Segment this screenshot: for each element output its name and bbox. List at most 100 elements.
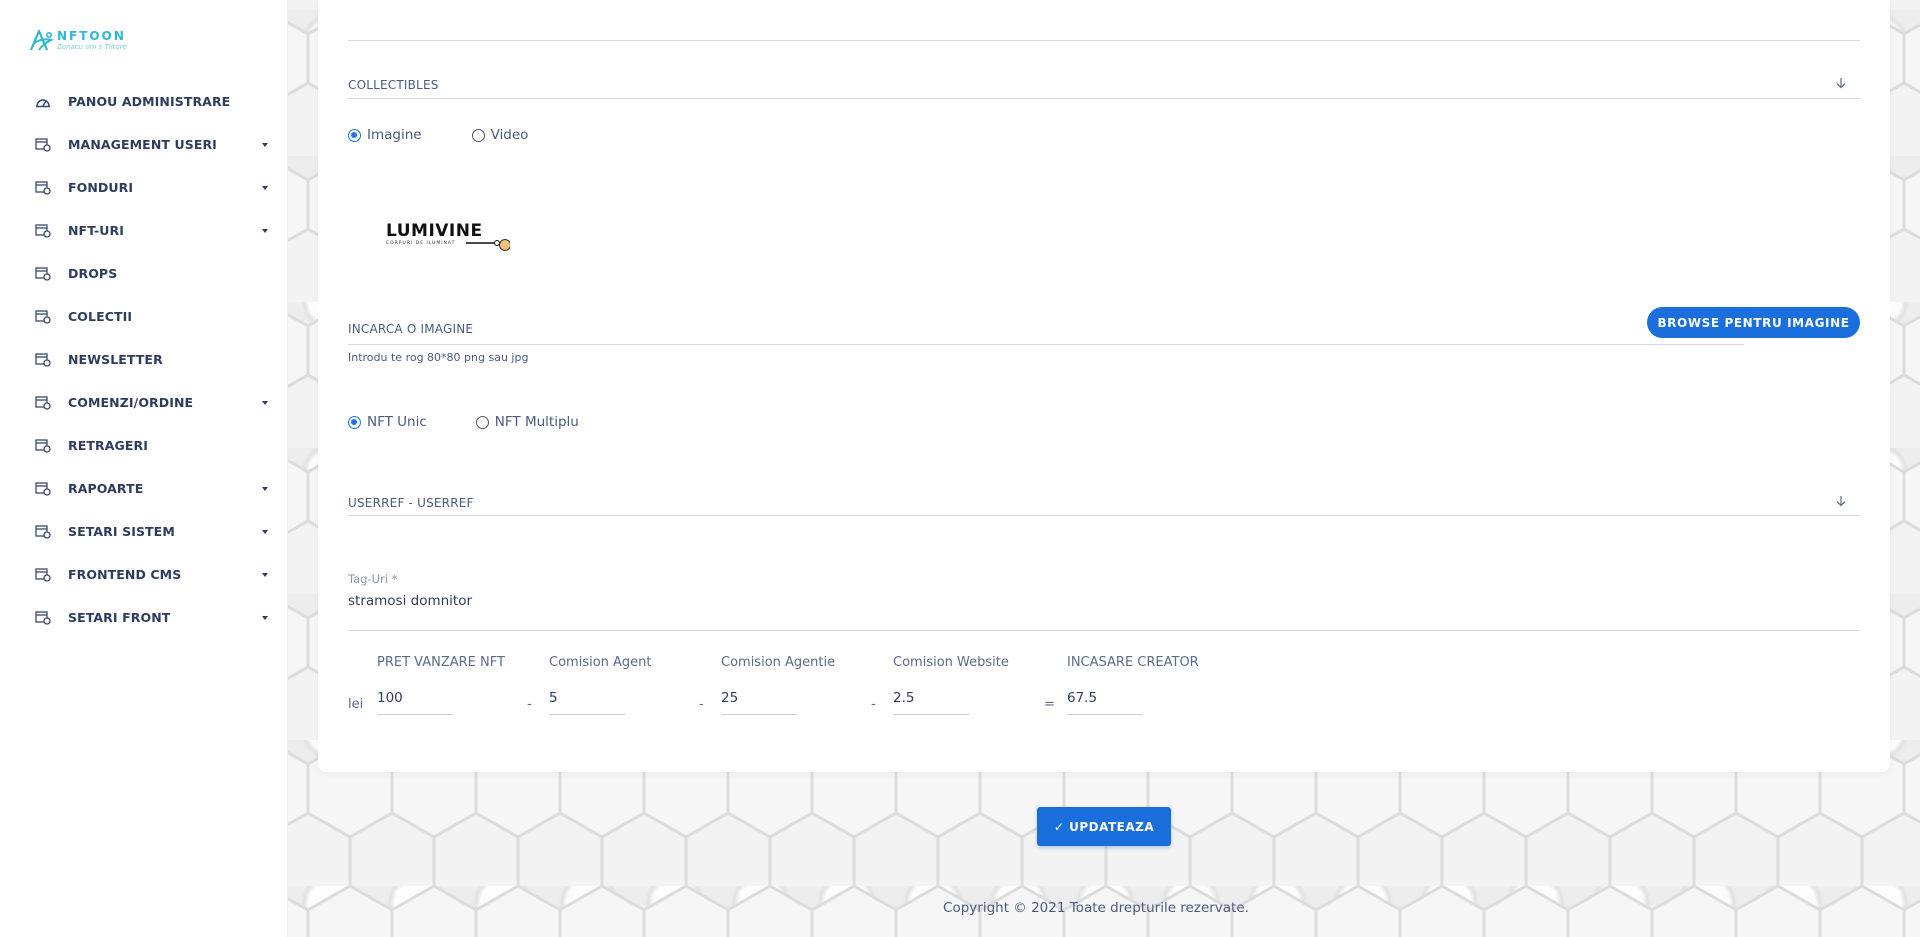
brand-logo-icon (29, 29, 55, 51)
incasare-creator-input[interactable]: 67.5 (1067, 690, 1199, 706)
nft-type-radio-group: NFT Unic NFT Multiplu (348, 414, 631, 430)
pret-vanzare-label: PRET VANZARE NFT (377, 655, 505, 670)
nft-unic-radio[interactable]: NFT Unic (348, 414, 427, 430)
comision-website-label: Comision Website (893, 655, 1009, 670)
nft-edit-form-card: COLLECTIBLES Imagine Video LUMIVINE CORP… (318, 0, 1890, 772)
sidebar-item-management-useri[interactable]: MANAGEMENT USERI (0, 123, 288, 166)
chevron-down-icon (262, 529, 268, 534)
top-field-underline (348, 40, 1860, 41)
upload-image-underline (348, 344, 1744, 345)
chevron-down-icon (262, 615, 268, 620)
brand-logo[interactable]: NFTOON Zonacu om s Tiltore (27, 26, 127, 54)
incasare-creator-field[interactable]: INCASARE CREATOR 67.5 (1067, 655, 1199, 715)
tags-input[interactable]: stramosi domnitor (348, 593, 472, 609)
sidebar-item-label: FONDURI (68, 180, 134, 195)
sidebar-item-label: SETARI FRONT (68, 610, 171, 625)
comision-website-input[interactable]: 2.5 (893, 690, 1009, 706)
sidebar-item-label: COLECTII (68, 309, 133, 324)
sidebar-item-nft-uri[interactable]: NFT-URI (0, 209, 288, 252)
sidebar-item-label: RAPOARTE (68, 481, 144, 496)
nft-multiplu-radio[interactable]: NFT Multiplu (475, 414, 579, 430)
arrow-down-icon (1836, 78, 1846, 89)
lamp-icon (466, 239, 510, 251)
sidebar-item-panou-administrare[interactable]: PANOU ADMINISTRARE (0, 80, 288, 123)
currency-label: lei (348, 697, 364, 712)
sidebar-item-newsletter[interactable]: NEWSLETTER (0, 338, 288, 381)
radio-label: NFT Unic (367, 414, 427, 430)
sidebar-item-drops[interactable]: DROPS (0, 252, 288, 295)
radio-checked-icon (348, 415, 361, 429)
category-select-value: COLLECTIBLES (348, 78, 439, 92)
sidebar-item-fonduri[interactable]: FONDURI (0, 166, 288, 209)
footer-copyright: Copyright © 2021 Toate drepturile rezerv… (0, 900, 1920, 916)
sidebar-item-label: SETARI SISTEM (68, 524, 175, 539)
sidebar-item-label: MANAGEMENT USERI (68, 137, 217, 152)
arrow-down-icon (1836, 496, 1846, 507)
chevron-down-icon (262, 572, 268, 577)
comision-agent-input[interactable]: 5 (549, 690, 652, 706)
comision-agentie-input[interactable]: 25 (721, 690, 835, 706)
media-type-imagine-radio[interactable]: Imagine (348, 127, 422, 143)
radio-label: Video (490, 127, 529, 143)
chevron-down-icon (262, 185, 268, 190)
module-icon (35, 395, 51, 410)
sidebar-item-colectii[interactable]: COLECTII (0, 295, 288, 338)
incasare-creator-label: INCASARE CREATOR (1067, 655, 1199, 670)
sidebar-item-setari-sistem[interactable]: SETARI SISTEM (0, 510, 288, 553)
minus-operator: - (871, 697, 876, 712)
dashboard-icon (36, 98, 50, 107)
module-icon (35, 567, 51, 582)
comision-agentie-field[interactable]: Comision Agentie 25 (721, 655, 835, 715)
sidebar-item-label: PANOU ADMINISTRARE (68, 94, 231, 109)
module-icon (35, 223, 51, 238)
radio-unchecked-icon (475, 415, 489, 429)
sidebar-item-label: COMENZI/ORDINE (68, 395, 194, 410)
media-type-video-radio[interactable]: Video (471, 127, 529, 143)
comision-website-field[interactable]: Comision Website 2.5 (893, 655, 1009, 715)
sidebar-nav: PANOU ADMINISTRARE MANAGEMENT USERI FOND… (0, 80, 288, 639)
image-preview: LUMIVINE CORPURI DE ILUMINAT (386, 222, 516, 256)
comision-agentie-label: Comision Agentie (721, 655, 836, 670)
category-select-underline (348, 98, 1860, 99)
radio-unchecked-icon (471, 128, 485, 142)
sidebar-item-comenzi-ordine[interactable]: COMENZI/ORDINE (0, 381, 288, 424)
media-type-radio-group: Imagine Video (348, 127, 580, 143)
sidebar-item-label: NEWSLETTER (68, 352, 163, 367)
chevron-down-icon (262, 142, 268, 147)
module-icon (35, 180, 51, 195)
sidebar: NFTOON Zonacu om s Tiltore PANOU ADMINIS… (0, 0, 288, 937)
module-icon (35, 309, 51, 324)
module-icon (35, 524, 51, 539)
tags-underline (348, 630, 1860, 631)
sidebar-item-frontend-cms[interactable]: FRONTEND CMS (0, 553, 288, 596)
tags-label: Tag-Uri * (348, 572, 398, 586)
sidebar-item-setari-front[interactable]: SETARI FRONT (0, 596, 288, 639)
user-select-value: USERREF - USERREF (348, 496, 474, 510)
module-icon (35, 481, 51, 496)
pret-vanzare-input[interactable]: 100 (377, 690, 505, 706)
comision-agent-label: Comision Agent (549, 655, 652, 670)
browse-image-button[interactable]: BROWSE PENTRU IMAGINE (1647, 307, 1860, 338)
brand-name: NFTOON (57, 28, 126, 43)
radio-checked-icon (348, 128, 361, 142)
chevron-down-icon (262, 228, 268, 233)
update-button[interactable]: ✓ UPDATEAZA (1037, 807, 1171, 846)
radio-label: NFT Multiplu (494, 414, 579, 430)
radio-label: Imagine (367, 127, 422, 143)
module-icon (35, 438, 51, 453)
sidebar-item-label: FRONTEND CMS (68, 567, 182, 582)
module-icon (35, 352, 51, 367)
copyright-text: Copyright © 2021 Toate drepturile rezerv… (943, 900, 1249, 916)
sidebar-item-retrageri[interactable]: RETRAGERI (0, 424, 288, 467)
pret-vanzare-field[interactable]: PRET VANZARE NFT 100 (377, 655, 505, 715)
sidebar-item-label: DROPS (68, 266, 118, 281)
module-icon (35, 266, 51, 281)
user-select-underline (348, 515, 1860, 516)
brand-tagline: Zonacu om s Tiltore (57, 42, 127, 51)
comision-agent-field[interactable]: Comision Agent 5 (549, 655, 652, 715)
equals-operator: = (1044, 697, 1055, 712)
chevron-down-icon (262, 486, 268, 491)
upload-image-hint: Introdu te rog 80*80 png sau jpg (348, 351, 529, 364)
chevron-down-icon (262, 400, 268, 405)
sidebar-item-rapoarte[interactable]: RAPOARTE (0, 467, 288, 510)
